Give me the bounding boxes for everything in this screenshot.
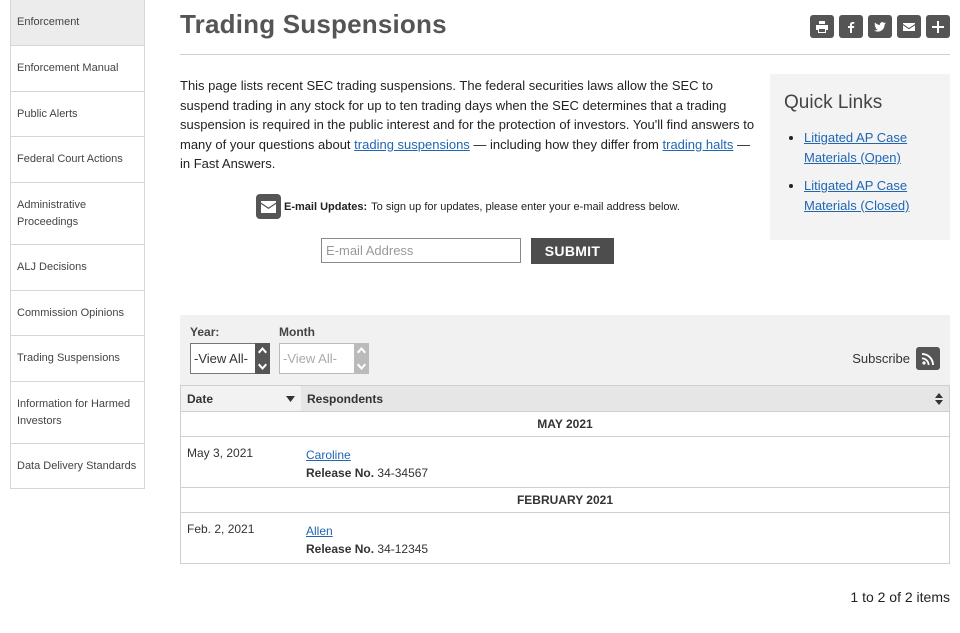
sidebar-item-enforcement-manual[interactable]: Enforcement Manual: [11, 45, 144, 91]
sidebar-item-enforcement[interactable]: Enforcement: [11, 0, 144, 45]
trading-halts-link[interactable]: trading halts: [663, 137, 734, 152]
month-spinner[interactable]: [354, 343, 369, 374]
group-header-may-2021: MAY 2021: [181, 411, 949, 436]
rss-icon: [922, 352, 934, 365]
more-share-button[interactable]: [926, 15, 950, 38]
year-spinner[interactable]: [255, 343, 270, 374]
date-column-header[interactable]: Date: [181, 386, 301, 411]
sidebar-item-public-alerts[interactable]: Public Alerts: [11, 91, 144, 136]
sidebar-item-alj-decisions[interactable]: ALJ Decisions: [11, 244, 144, 290]
twitter-share-button[interactable]: [868, 15, 892, 38]
email-updates-label: E-mail Updates:: [284, 200, 368, 213]
table-row: Feb. 2, 2021 Allen Release No. 34-12345: [181, 512, 949, 563]
table-header: Date Respondents: [181, 386, 949, 411]
intro-text: — including how they differ from: [469, 136, 663, 152]
sidebar-item-federal-court-actions[interactable]: Federal Court Actions: [11, 136, 144, 182]
group-header-february-2021: FEBRUARY 2021: [181, 487, 949, 512]
year-select[interactable]: -View All-: [190, 343, 257, 374]
quick-links-list: Litigated AP Case Materials (Open) Litig…: [784, 128, 936, 216]
release-label: Release No.: [306, 466, 375, 480]
trading-suspensions-link[interactable]: trading suspensions: [354, 137, 470, 152]
page-title: Trading Suspensions: [180, 9, 447, 39]
sidebar-item-data-delivery-standards[interactable]: Data Delivery Standards: [11, 443, 144, 488]
email-share-button[interactable]: [897, 15, 921, 38]
chevron-up-icon: [258, 347, 267, 354]
release-label: Release No.: [306, 542, 375, 556]
title-divider: [180, 54, 950, 55]
respondent-link[interactable]: Caroline: [306, 448, 351, 462]
respondents-header-label: Respondents: [307, 391, 384, 406]
sort-icon: [935, 392, 943, 405]
year-label: Year:: [190, 325, 220, 339]
email-updates-row: E-mail Updates: To sign up for updates, …: [256, 194, 680, 219]
rss-button[interactable]: [916, 347, 940, 370]
print-icon: [816, 20, 828, 33]
respondent-link[interactable]: Allen: [306, 524, 333, 538]
table-row: May 3, 2021 Caroline Release No. 34-3456…: [181, 436, 949, 487]
quick-links-box: Quick Links Litigated AP Case Materials …: [770, 74, 950, 240]
facebook-share-button[interactable]: [839, 15, 863, 38]
intro-paragraph: This page lists recent SEC trading suspe…: [180, 76, 758, 174]
chevron-down-icon: [357, 363, 366, 370]
chevron-up-icon: [357, 347, 366, 354]
sidebar-item-commission-opinions[interactable]: Commission Opinions: [11, 290, 144, 335]
share-toolbar: [810, 15, 950, 38]
sidebar-nav: Enforcement Enforcement Manual Public Al…: [10, 0, 145, 489]
release-number: 34-34567: [377, 466, 429, 480]
envelope-icon: [256, 194, 281, 219]
quick-links-title: Quick Links: [784, 92, 883, 113]
row-date: Feb. 2, 2021: [187, 522, 255, 536]
row-date: May 3, 2021: [187, 446, 254, 460]
chevron-down-icon: [258, 363, 267, 370]
facebook-icon: [848, 21, 855, 33]
sort-desc-icon: [286, 395, 295, 402]
respondents-column-header[interactable]: Respondents: [301, 386, 949, 411]
row-respondent: Caroline Release No. 34-34567: [301, 437, 949, 487]
email-updates-text: To sign up for updates, please enter you…: [371, 200, 680, 213]
sidebar-item-administrative-proceedings[interactable]: Administrative Proceedings: [11, 182, 144, 244]
email-icon: [903, 22, 915, 31]
submit-button[interactable]: SUBMIT: [531, 238, 614, 264]
filter-bar: Year: -View All- Month -View All- Subscr…: [180, 315, 950, 385]
sidebar-item-information-for-harmed-investors[interactable]: Information for Harmed Investors: [11, 381, 144, 443]
subscribe-label[interactable]: Subscribe: [852, 351, 910, 366]
date-header-label: Date: [187, 391, 214, 406]
sidebar-item-trading-suspensions[interactable]: Trading Suspensions: [11, 335, 144, 381]
email-field[interactable]: [321, 238, 521, 263]
twitter-icon: [874, 21, 886, 32]
list-item: Litigated AP Case Materials (Closed): [804, 176, 936, 216]
plus-icon: [932, 20, 944, 33]
month-select[interactable]: -View All-: [279, 343, 355, 374]
row-respondent: Allen Release No. 34-12345: [301, 513, 949, 563]
quick-link-open-cases[interactable]: Litigated AP Case Materials (Open): [804, 130, 907, 165]
subscribe-area: Subscribe: [852, 347, 940, 370]
month-label: Month: [279, 325, 315, 339]
release-number: 34-12345: [377, 542, 429, 556]
print-button[interactable]: [810, 15, 834, 38]
pagination-summary: 1 to 2 of 2 items: [850, 589, 950, 605]
suspensions-table: Date Respondents MAY 2021 May 3, 2021 Ca…: [180, 385, 950, 564]
list-item: Litigated AP Case Materials (Open): [804, 128, 936, 168]
quick-link-closed-cases[interactable]: Litigated AP Case Materials (Closed): [804, 178, 909, 213]
